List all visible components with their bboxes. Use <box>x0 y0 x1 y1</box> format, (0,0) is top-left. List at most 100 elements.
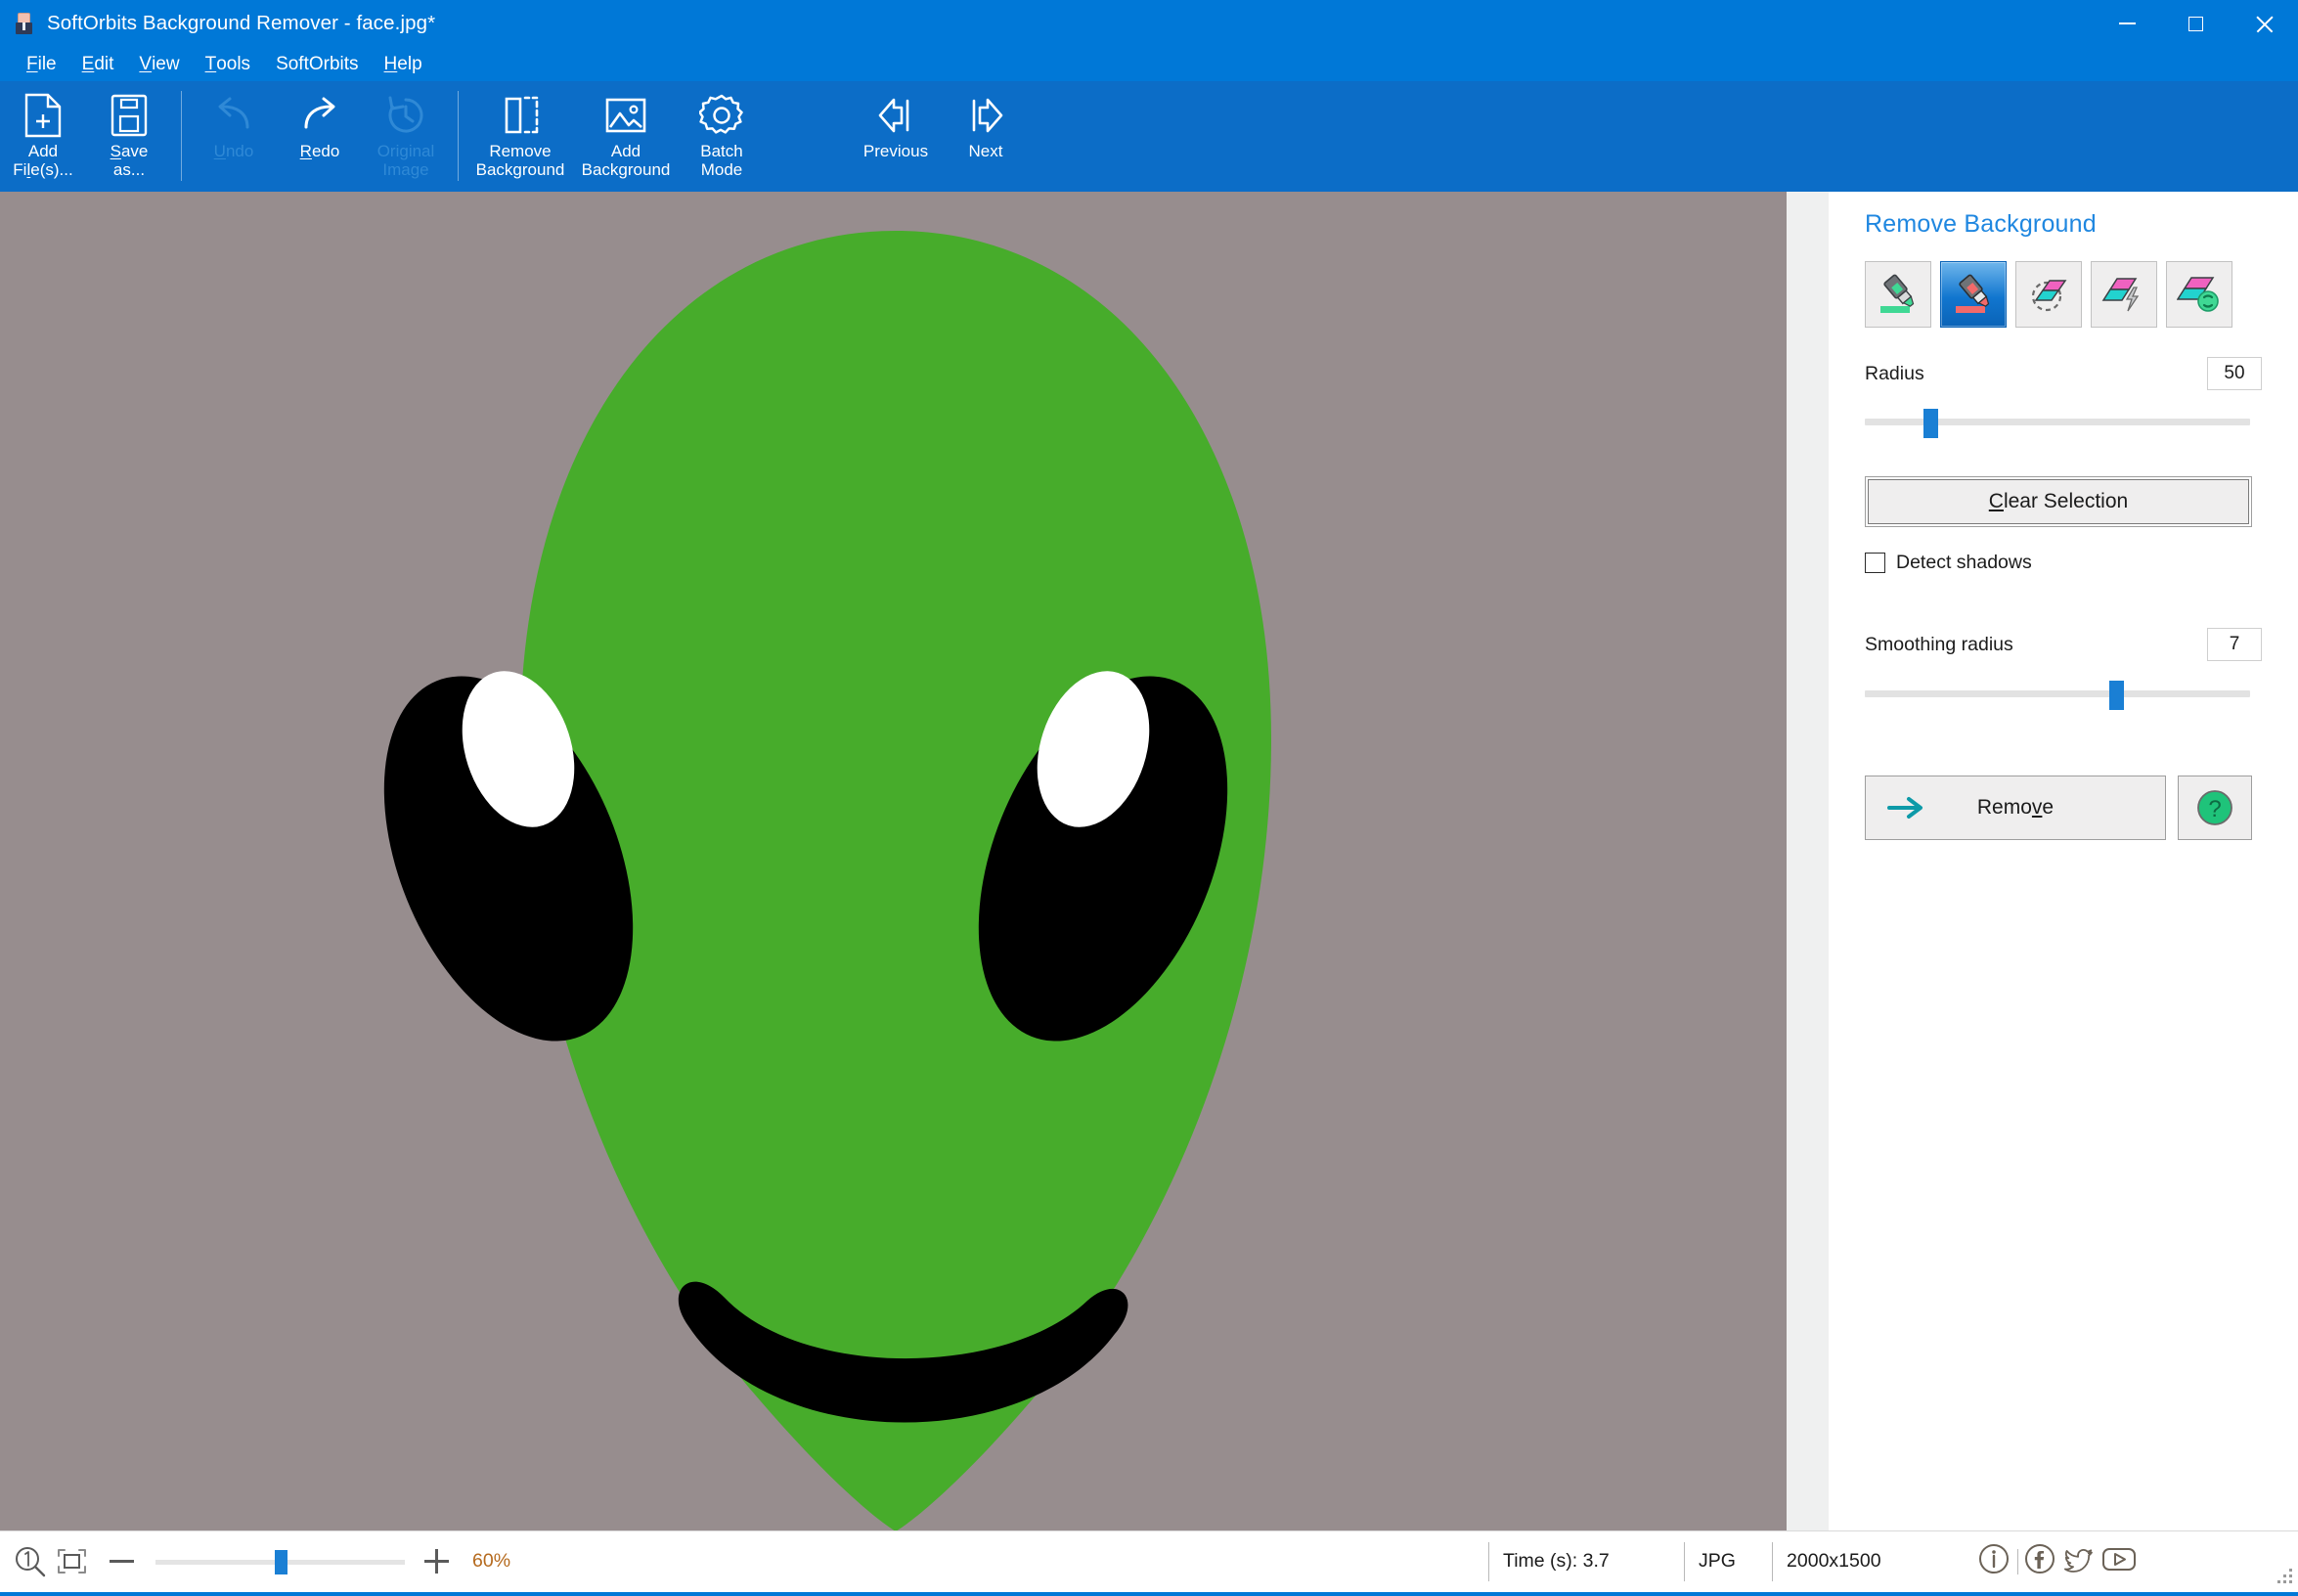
window-title: SoftOrbits Background Remover - face.jpg… <box>47 12 436 34</box>
info-icon <box>1979 1544 2010 1574</box>
minimize-button[interactable] <box>2093 0 2161 47</box>
menu-softorbits[interactable]: SoftOrbits <box>263 47 371 81</box>
redo-label: Redo <box>299 142 340 160</box>
fit-to-screen-button[interactable] <box>55 1546 88 1577</box>
menu-file[interactable]: File <box>14 47 69 81</box>
twitter-icon <box>2063 1549 2093 1573</box>
resize-grip[interactable] <box>2277 1569 2293 1584</box>
menu-edit[interactable]: Edit <box>69 47 127 81</box>
redo-icon <box>296 92 343 139</box>
zoom-level-label: 60% <box>472 1550 511 1572</box>
add-background-label: Add Background <box>581 142 671 179</box>
add-background-button[interactable]: Add Background <box>573 81 679 192</box>
original-image-button[interactable]: Original Image <box>363 81 449 192</box>
arrow-right-icon <box>1887 797 1922 819</box>
maximize-button[interactable] <box>2161 0 2230 47</box>
title-bar: SoftOrbits Background Remover - face.jpg… <box>0 0 2298 47</box>
next-button[interactable]: Next <box>941 81 1031 192</box>
radius-slider-thumb[interactable] <box>1923 409 1938 438</box>
save-as-button[interactable]: Save as... <box>86 81 172 192</box>
facebook-icon <box>2025 1544 2055 1574</box>
format-cell: JPG <box>1684 1541 1772 1581</box>
bottom-accent-rule <box>0 1592 2298 1596</box>
social-divider <box>2017 1548 2019 1574</box>
mark-foreground-tool-button[interactable] <box>1865 261 1931 328</box>
twitter-button[interactable] <box>2060 1540 2098 1582</box>
menu-file-label: ile <box>37 53 57 74</box>
tool-buttons-row <box>1865 261 2232 328</box>
info-button[interactable] <box>1975 1540 2012 1582</box>
zoom-actual-size-icon <box>16 1546 46 1576</box>
right-panel: Remove Background Radius 50 Clear Select… <box>1829 192 2298 1530</box>
add-files-label: Add File(s)... <box>13 142 73 179</box>
zoom-out-button[interactable] <box>110 1560 134 1563</box>
lightning-layers-icon <box>2101 278 2140 312</box>
remove-button-label: Remove <box>1976 796 2055 819</box>
radius-slider[interactable] <box>1865 409 2250 438</box>
smoothing-slider-track <box>1865 690 2250 697</box>
menu-softorbits-label: SoftOrbits <box>276 53 359 74</box>
original-image-icon <box>382 92 429 139</box>
toolbar-separator-2 <box>458 91 459 181</box>
original-image-label: Original Image <box>376 142 435 179</box>
zoom-actual-size-button[interactable] <box>14 1546 47 1577</box>
smoothing-radius-row: Smoothing radius 7 <box>1865 628 2262 661</box>
smoothing-radius-value[interactable]: 7 <box>2207 628 2262 661</box>
refresh-layers-icon <box>2177 277 2219 312</box>
mark-background-tool-button[interactable] <box>1940 261 2007 328</box>
next-label: Next <box>968 142 1003 160</box>
image-canvas[interactable] <box>0 192 1787 1530</box>
menu-view-label: iew <box>152 53 180 74</box>
redo-button[interactable]: Redo <box>277 81 363 192</box>
smoothing-radius-slider[interactable] <box>1865 681 2250 710</box>
youtube-button[interactable] <box>2099 1540 2139 1582</box>
close-button[interactable] <box>2230 0 2298 47</box>
close-icon <box>2255 15 2274 33</box>
batch-mode-icon <box>698 92 745 139</box>
window-controls <box>2093 0 2298 47</box>
remove-background-icon <box>497 92 544 139</box>
svg-text:?: ? <box>2208 796 2221 822</box>
add-files-button[interactable]: Add File(s)... <box>0 81 86 192</box>
detect-shadows-row[interactable]: Detect shadows <box>1865 552 2032 574</box>
magic-wand-tool-button[interactable] <box>2091 261 2157 328</box>
previous-label: Previous <box>862 142 929 160</box>
red-marker-icon <box>1956 274 1990 313</box>
zoom-in-button[interactable] <box>424 1549 449 1574</box>
radius-value[interactable]: 50 <box>2207 357 2262 390</box>
minimize-icon <box>2118 22 2136 24</box>
help-button[interactable]: ? <box>2178 776 2252 840</box>
question-mark-icon: ? <box>2197 790 2232 825</box>
restore-tool-button[interactable] <box>2166 261 2232 328</box>
eraser-selection-icon <box>2031 280 2067 312</box>
remove-background-button[interactable]: Remove Background <box>467 81 573 192</box>
dimensions-cell: 2000x1500 <box>1772 1541 1958 1581</box>
social-links <box>1975 1540 2141 1582</box>
batch-mode-label: Batch Mode <box>700 142 743 179</box>
undo-button[interactable]: Undo <box>191 81 277 192</box>
batch-mode-button[interactable]: Batch Mode <box>679 81 765 192</box>
menu-view[interactable]: View <box>126 47 192 81</box>
previous-button[interactable]: Previous <box>851 81 941 192</box>
clear-selection-label: Clear Selection <box>1988 490 2129 512</box>
radius-row: Radius 50 <box>1865 357 2262 390</box>
youtube-icon <box>2102 1548 2137 1571</box>
facebook-button[interactable] <box>2021 1540 2058 1582</box>
menu-tools[interactable]: Tools <box>193 47 263 81</box>
add-file-icon <box>20 92 66 139</box>
menu-help[interactable]: Help <box>372 47 435 81</box>
zoom-slider-thumb[interactable] <box>275 1549 287 1574</box>
clear-selection-button[interactable]: Clear Selection <box>1865 476 2252 527</box>
status-bar: 60% Time (s): 3.7 JPG 2000x1500 <box>0 1530 2298 1591</box>
erase-marks-tool-button[interactable] <box>2015 261 2082 328</box>
canvas-area[interactable] <box>0 192 1829 1530</box>
detect-shadows-checkbox[interactable] <box>1865 553 1885 573</box>
smoothing-slider-thumb[interactable] <box>2109 681 2124 710</box>
zoom-slider[interactable] <box>155 1547 405 1576</box>
remove-background-label: Remove Background <box>475 142 565 179</box>
next-arrow-icon <box>962 92 1009 139</box>
remove-button[interactable]: Remove <box>1865 776 2166 840</box>
smoothing-radius-label: Smoothing radius <box>1865 633 2013 655</box>
toolbar-separator-1 <box>181 91 182 181</box>
menu-tools-label: ools <box>216 53 251 74</box>
